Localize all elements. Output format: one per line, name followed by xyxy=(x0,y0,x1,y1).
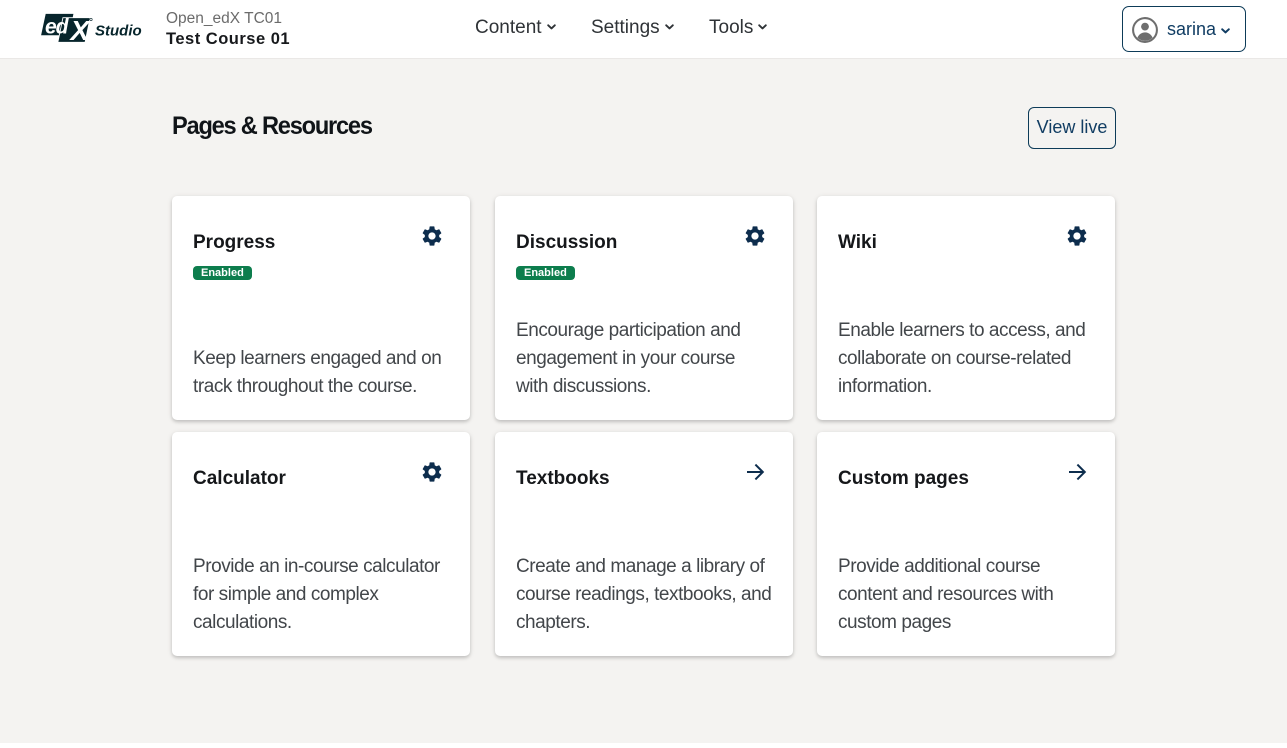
svg-text:ed: ed xyxy=(45,15,70,38)
svg-text:X: X xyxy=(69,15,92,44)
svg-text:Studio: Studio xyxy=(95,22,142,39)
